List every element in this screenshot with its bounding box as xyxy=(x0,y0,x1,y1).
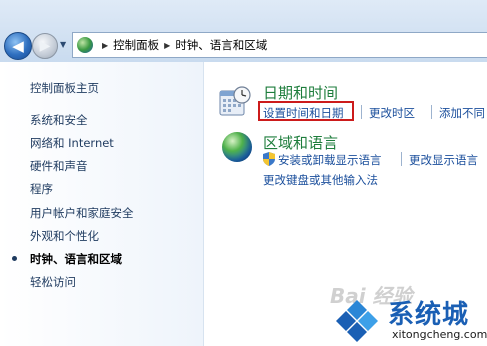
link-add-clocks[interactable]: 添加不同 xyxy=(439,105,485,121)
sidebar-item-ease-of-access[interactable]: 轻松访问 xyxy=(30,274,76,290)
link-divider xyxy=(401,152,402,166)
back-button[interactable]: ◀ xyxy=(4,32,32,60)
link-divider xyxy=(361,105,362,119)
uac-shield-icon xyxy=(263,152,275,166)
chevron-right-icon[interactable]: ▶ xyxy=(102,41,108,50)
calendar-clock-icon[interactable] xyxy=(218,85,252,119)
sidebar-item-hardware-sound[interactable]: 硬件和声音 xyxy=(30,158,88,174)
brand-watermark: 系统城 xyxy=(388,300,470,330)
xitongcheng-logo-icon xyxy=(336,300,378,342)
arrow-right-icon: ▶ xyxy=(39,38,51,54)
address-toolbar: ◀ ▶ ▼ ▶ 控制面板 ▶ 时钟、语言和区域 xyxy=(0,0,487,62)
sidebar-item-network[interactable]: 网络和 Internet xyxy=(30,135,114,151)
link-change-keyboard-input[interactable]: 更改键盘或其他输入法 xyxy=(263,172,378,188)
breadcrumb-control-panel[interactable]: 控制面板 xyxy=(113,37,159,53)
control-panel-icon xyxy=(77,37,93,53)
chevron-right-icon[interactable]: ▶ xyxy=(164,41,170,50)
sidebar-item-system-security[interactable]: 系统和安全 xyxy=(30,112,88,128)
link-set-time-date[interactable]: 设置时间和日期 xyxy=(263,105,344,121)
breadcrumb-clock-language-region[interactable]: 时钟、语言和区域 xyxy=(175,37,267,53)
link-change-time-zone[interactable]: 更改时区 xyxy=(369,105,415,121)
globe-icon[interactable] xyxy=(222,132,252,162)
forward-button[interactable]: ▶ xyxy=(32,33,58,59)
sidebar-item-user-accounts[interactable]: 用户帐户和家庭安全 xyxy=(30,205,134,221)
sidebar xyxy=(0,62,204,346)
link-install-display-language[interactable]: 安装或卸载显示语言 xyxy=(278,152,382,168)
arrow-left-icon: ◀ xyxy=(12,36,24,55)
category-title-date-time[interactable]: 日期和时间 xyxy=(263,82,338,103)
current-item-bullet xyxy=(12,256,17,261)
sidebar-item-programs[interactable]: 程序 xyxy=(30,181,53,197)
history-dropdown-icon[interactable]: ▼ xyxy=(60,40,68,50)
address-box[interactable]: ▶ 控制面板 ▶ 时钟、语言和区域 xyxy=(72,32,487,58)
sidebar-home-link[interactable]: 控制面板主页 xyxy=(30,80,99,96)
sidebar-item-clock-language-region[interactable]: 时钟、语言和区域 xyxy=(30,251,122,267)
category-title-region-language[interactable]: 区域和语言 xyxy=(263,132,338,153)
watermark-url: xitongcheng.com xyxy=(392,328,487,341)
link-change-display-language[interactable]: 更改显示语言 xyxy=(409,152,478,168)
sidebar-item-appearance[interactable]: 外观和个性化 xyxy=(30,228,99,244)
link-divider xyxy=(431,105,432,119)
